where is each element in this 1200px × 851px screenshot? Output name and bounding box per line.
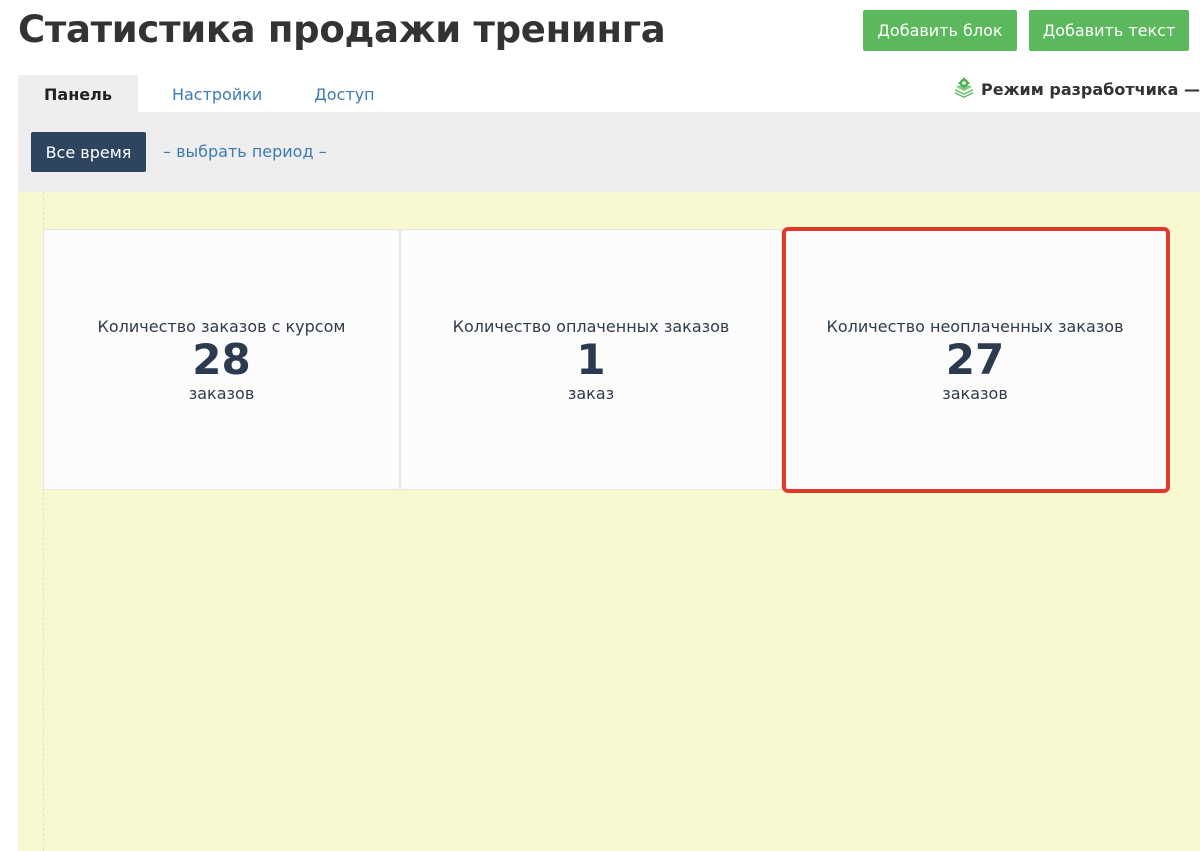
add-block-button[interactable]: Добавить блок: [863, 10, 1017, 51]
tab-bar: Панель Настройки Доступ: [18, 75, 393, 113]
stat-card-paid-orders: Количество оплаченных заказов 1 заказ: [400, 229, 782, 490]
layers-gear-icon: [955, 77, 973, 98]
stat-card-value: 1: [576, 334, 606, 384]
developer-mode-label: Режим разработчика — да: [981, 79, 1200, 99]
tab-access[interactable]: Доступ: [296, 75, 392, 113]
stat-card-unit: заказ: [567, 383, 615, 403]
choose-period-link[interactable]: – выбрать период –: [163, 142, 327, 161]
all-time-button[interactable]: Все время: [31, 132, 146, 172]
period-toolbar: Все время – выбрать период –: [18, 112, 1200, 192]
stat-card-label: Количество оплаченных заказов: [452, 316, 730, 336]
stat-card-value: 27: [945, 334, 1005, 384]
stat-card-orders-with-course: Количество заказов с курсом 28 заказов: [43, 229, 400, 490]
tab-panel[interactable]: Панель: [18, 75, 138, 113]
stat-card-label: Количество неоплаченных заказов: [826, 316, 1124, 336]
stat-card-label: Количество заказов с курсом: [97, 316, 346, 336]
developer-mode-toggle[interactable]: Режим разработчика — да: [952, 77, 1200, 101]
stat-card-unit: заказов: [188, 383, 255, 403]
tab-settings[interactable]: Настройки: [154, 75, 280, 113]
stat-card-unit: заказов: [942, 383, 1008, 403]
add-text-button[interactable]: Добавить текст: [1029, 10, 1189, 51]
page-title: Статистика продажи тренинга: [18, 8, 666, 51]
stat-card-unpaid-orders: Количество неоплаченных заказов 27 заказ…: [782, 229, 1168, 490]
stat-card-value: 28: [192, 334, 251, 384]
